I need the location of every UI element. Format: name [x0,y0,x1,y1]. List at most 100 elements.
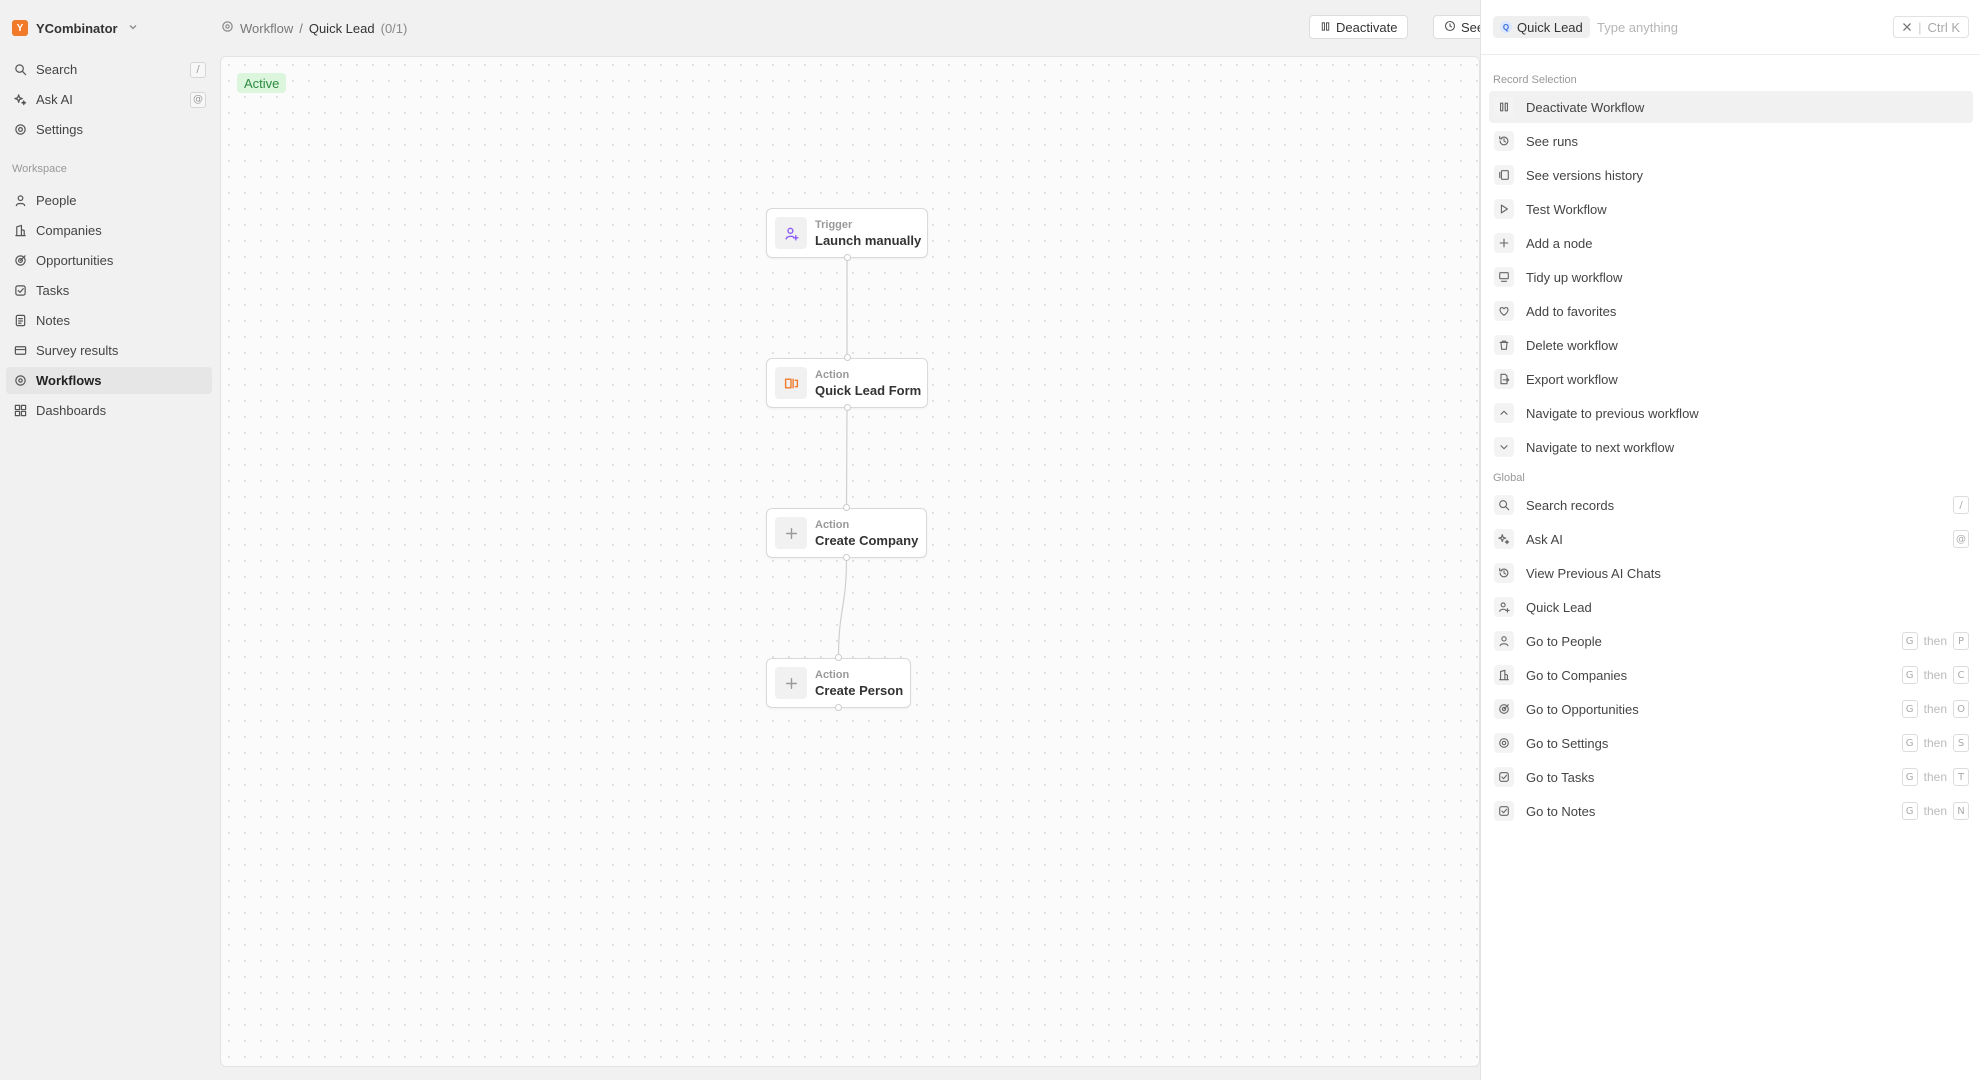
command-label: Go to Settings [1526,735,1609,751]
sidebar-item-search[interactable]: Search / [6,56,212,83]
command-go-to-people[interactable]: Go to People Gthen P [1489,625,1973,657]
command-go-to-companies[interactable]: Go to Companies Gthen C [1489,659,1973,691]
sparkle-icon [13,93,27,107]
command-export-workflow[interactable]: Export workflow [1489,363,1973,395]
command-go-to-notes[interactable]: Go to Notes Gthen N [1489,795,1973,827]
sidebar-item-notes[interactable]: Notes [6,307,212,334]
sidebar-item-settings[interactable]: Settings [6,116,212,143]
command-label: Go to People [1526,633,1602,649]
node-type: Trigger [815,218,853,231]
command-label: See versions history [1526,167,1644,183]
command-tidy-up-workflow[interactable]: Tidy up workflow [1489,261,1973,293]
then-text: then [1923,702,1947,716]
sidebar-item-companies[interactable]: Companies [6,217,212,244]
sidebar-item-label: Workflows [36,373,102,388]
node-text: Action Create Person [815,668,903,699]
output-handle[interactable] [843,254,851,261]
command-quick-lead[interactable]: Quick Lead [1489,591,1973,623]
command-navigate-to-previous-workflow[interactable]: Navigate to previous workflow [1489,397,1973,429]
command-shortcut: Gthen O [1901,700,1969,718]
workflow-node-launch-manually[interactable]: Trigger Launch manually [766,208,928,258]
node-text: Action Quick Lead Form [815,368,921,399]
command-label: Go to Tasks [1526,769,1595,785]
workflow-canvas[interactable]: Active Trigger Launch manually Action Quick… [220,56,1480,1067]
command-see-runs[interactable]: See runs [1489,125,1973,157]
breadcrumb-current: Quick Lead [308,20,375,36]
workflow-node-quick-lead-form[interactable]: Action Quick Lead Form [766,358,928,408]
workspace-switcher[interactable]: Y YCombinator [12,18,138,38]
sidebar-item-dashboards[interactable]: Dashboards [6,397,212,424]
output-handle[interactable] [843,404,851,411]
close-menu-button[interactable]: | Ctrl K [1893,16,1969,38]
command-ask-ai[interactable]: Ask AI @ [1489,523,1973,555]
command-see-versions-history[interactable]: See versions history [1489,159,1973,191]
command-label: Test Workflow [1526,201,1607,217]
command-go-to-tasks[interactable]: Go to Tasks Gthen T [1489,761,1973,793]
context-chip[interactable]: Q Quick Lead [1493,16,1590,38]
breadcrumb-root[interactable]: Workflow [240,21,293,36]
command-test-workflow[interactable]: Test Workflow [1489,193,1973,225]
workflow-edge [837,557,848,659]
building-icon [1494,665,1514,685]
sidebar-item-opportunities[interactable]: Opportunities [6,247,212,274]
person-icon [13,194,27,208]
shortcut-key: N [1953,802,1969,820]
deactivate-button[interactable]: Deactivate [1309,15,1409,39]
input-handle[interactable] [843,504,850,511]
node-title: Create Person [815,682,904,698]
sidebar-item-tasks[interactable]: Tasks [6,277,212,304]
input-handle[interactable] [843,354,851,361]
command-go-to-opportunities[interactable]: Go to Opportunities Gthen O [1489,693,1973,725]
command-view-previous-ai-chats[interactable]: View Previous AI Chats [1489,557,1973,589]
workflow-node-create-company[interactable]: Action Create Company [766,508,927,558]
sidebar-item-label: Search [36,62,78,77]
workspace-name: YCombinator [36,20,118,36]
command-label: Ask AI [1526,531,1563,547]
sparkle-icon [1494,529,1514,549]
command-menu-header: Q Quick Lead | Ctrl K [1481,0,1980,55]
command-navigate-to-next-workflow[interactable]: Navigate to next workflow [1489,431,1973,463]
sidebar: Y YCombinator Search / Ask AI @ Settings Wor… [0,0,218,1080]
command-label: Quick Lead [1526,599,1592,615]
shortcut-key: @ [1953,530,1969,548]
sidebar-item-label: People [36,193,77,208]
history-icon [1494,131,1514,151]
node-text: Trigger Launch manually [815,218,921,249]
workflow-node-create-person[interactable]: Action Create Person [766,658,911,708]
sidebar-item-workflows[interactable]: Workflows [6,367,212,394]
command-label: Search records [1526,497,1615,513]
command-search-input[interactable] [1597,17,1867,37]
command-deactivate-workflow[interactable]: Deactivate Workflow [1489,91,1973,123]
then-text: then [1923,736,1947,750]
sidebar-item-survey-results[interactable]: Survey results [6,337,212,364]
version-count: (0/1) [380,20,408,36]
command-go-to-settings[interactable]: Go to Settings Gthen S [1489,727,1973,759]
sidebar-item-label: Settings [36,122,83,137]
workflow-icon [221,20,234,36]
command-shortcut: Gthen S [1901,734,1969,752]
status-badge: Active [237,73,287,93]
person-plus-icon [775,217,807,249]
sidebar-item-ask-ai[interactable]: Ask AI @ [6,86,212,113]
command-add-a-node[interactable]: Add a node [1489,227,1973,259]
command-label: See runs [1526,133,1579,149]
shortcut-key: G [1901,734,1918,752]
output-handle[interactable] [835,704,842,711]
shortcut-key: / [190,61,206,78]
close-icon [1902,20,1912,35]
history-icon [1494,563,1514,583]
then-text: then [1923,804,1947,818]
pause-icon [1320,20,1331,35]
input-handle[interactable] [835,654,842,661]
workspace-section-label: Workspace [12,163,67,175]
person-icon [1494,631,1514,651]
shortcut-key: O [1953,700,1969,718]
breadcrumb-separator: / [299,20,303,36]
command-delete-workflow[interactable]: Delete workflow [1489,329,1973,361]
output-handle[interactable] [843,554,850,561]
command-search-records[interactable]: Search records / [1489,489,1973,521]
command-label: Go to Companies [1526,667,1628,683]
sidebar-item-people[interactable]: People [6,187,212,214]
command-add-to-favorites[interactable]: Add to favorites [1489,295,1973,327]
record-selection-label: Record Selection [1493,74,1577,86]
